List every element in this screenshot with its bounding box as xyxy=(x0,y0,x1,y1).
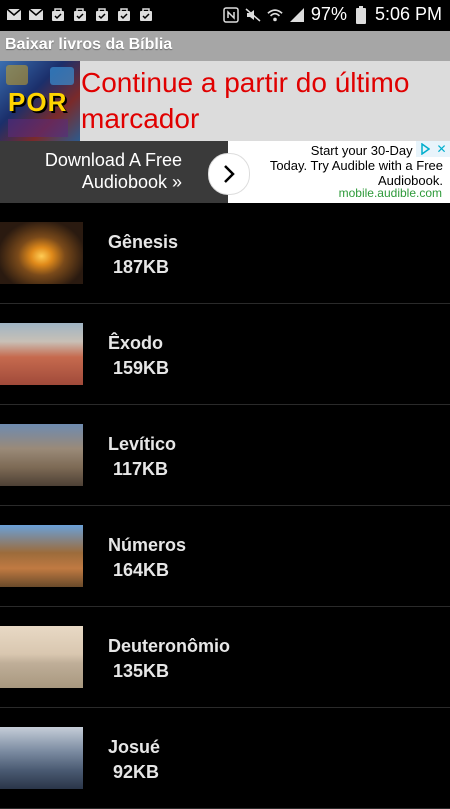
wifi-icon xyxy=(267,7,283,23)
ad-headline-line1: Download A Free xyxy=(44,150,182,170)
ad-body-line2: Today. Try Audible with a Free xyxy=(269,158,443,173)
book-size: 135KB xyxy=(113,661,170,681)
book-list: Gênesis 187KB Êxodo 159KB Levítico 117KB… xyxy=(0,203,450,809)
book-thumbnail xyxy=(0,727,83,789)
book-thumbnail xyxy=(0,222,83,284)
notification-icons xyxy=(6,6,154,22)
bag-icon xyxy=(50,6,66,22)
book-thumbnail xyxy=(0,323,83,385)
mute-icon xyxy=(245,7,261,23)
signal-icon xyxy=(289,7,305,23)
adchoices-badge[interactable]: ✕ xyxy=(416,141,450,157)
book-thumbnail xyxy=(0,525,83,587)
bag-icon xyxy=(116,6,132,22)
list-item[interactable]: Êxodo 159KB xyxy=(0,304,450,405)
book-size: 164KB xyxy=(113,560,170,580)
nfc-icon xyxy=(223,6,239,23)
book-title: Êxodo xyxy=(108,333,164,353)
book-title: Números xyxy=(108,535,187,555)
book-size: 187KB xyxy=(113,257,170,277)
mail-icon xyxy=(6,6,22,22)
book-thumbnail xyxy=(0,626,83,688)
list-item[interactable]: Gênesis 187KB xyxy=(0,203,450,304)
chevron-right-icon[interactable] xyxy=(208,153,250,195)
audible-ad-banner[interactable]: Download A Free Audiobook » Start your 3… xyxy=(0,141,450,203)
mail-icon xyxy=(28,6,44,22)
list-item[interactable]: Levítico 117KB xyxy=(0,405,450,506)
book-size: 159KB xyxy=(113,358,170,378)
app-title-bar: Baixar livros da Bíblia xyxy=(0,31,450,61)
por-logo-text: POR xyxy=(8,87,68,117)
bag-icon xyxy=(94,6,110,22)
clock: 5:06 PM xyxy=(374,4,442,24)
book-thumbnail xyxy=(0,424,83,486)
status-bar: 97% 5:06 PM xyxy=(0,0,450,31)
continue-bookmark-text: Continue a partir do último marcador xyxy=(81,67,410,134)
bag-icon xyxy=(138,6,154,22)
book-size: 92KB xyxy=(113,762,160,782)
page-title: Baixar livros da Bíblia xyxy=(5,36,173,53)
list-item[interactable]: Números 164KB xyxy=(0,506,450,607)
battery-icon xyxy=(353,5,369,24)
adchoices-icon[interactable] xyxy=(416,141,433,157)
bag-icon xyxy=(72,6,88,22)
ad-headline-line2: Audiobook » xyxy=(81,172,182,192)
ad-left-panel[interactable]: Download A Free Audiobook » xyxy=(0,141,228,203)
continue-bookmark-banner[interactable]: POR Continue a partir do último marcador xyxy=(0,61,450,141)
book-title: Gênesis xyxy=(108,232,179,252)
book-size: 117KB xyxy=(113,459,169,479)
battery-percent: 97% xyxy=(310,4,347,24)
ad-url: mobile.audible.com xyxy=(338,186,442,200)
book-title: Levítico xyxy=(108,434,177,454)
book-title: Josué xyxy=(108,737,161,757)
list-item[interactable]: Deuteronômio 135KB xyxy=(0,607,450,708)
por-logo: POR xyxy=(0,61,80,141)
list-item[interactable]: Josué 92KB xyxy=(0,708,450,809)
book-title: Deuteronômio xyxy=(108,636,231,656)
close-icon[interactable]: ✕ xyxy=(433,141,450,157)
